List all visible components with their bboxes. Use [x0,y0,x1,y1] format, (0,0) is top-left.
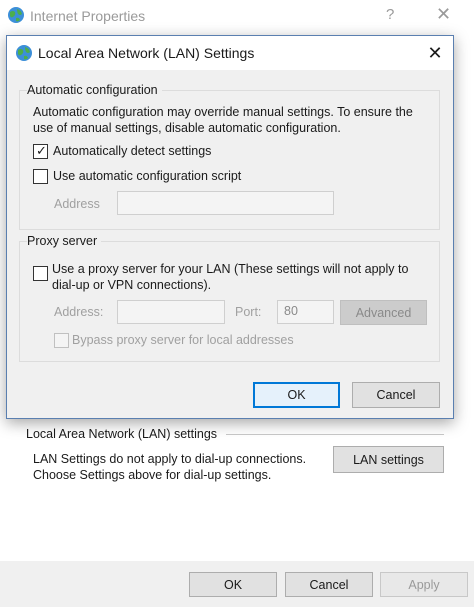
internet-properties-apply-button[interactable]: Apply [380,572,468,597]
close-icon[interactable]: ✕ [421,39,449,67]
use-proxy-label-line: dial-up or VPN connections). [52,278,212,292]
lan-settings-section-title: Local Area Network (LAN) settings [26,427,224,441]
proxy-port-field[interactable]: 80 [277,300,334,324]
use-proxy-label[interactable]: Use a proxy server for your LAN (These s… [52,261,408,293]
section-divider [226,434,444,435]
auto-detect-checkbox[interactable]: ✓ [33,143,48,159]
lan-description-line: LAN Settings do not apply to dial-up con… [33,452,307,466]
lan-settings-description: LAN Settings do not apply to dial-up con… [33,451,306,483]
internet-properties-title: Internet Properties [30,8,146,24]
use-proxy-checkbox[interactable] [33,266,48,281]
ok-button[interactable]: OK [253,382,340,408]
automatic-configuration-label: Automatic configuration [27,83,162,97]
proxy-server-label: Proxy server [27,234,102,248]
lan-settings-button[interactable]: LAN settings [333,446,444,473]
internet-properties-ok-button[interactable]: OK [189,572,277,597]
proxy-address-field[interactable] [117,300,225,324]
bypass-proxy-label[interactable]: Bypass proxy server for local addresses [72,333,294,347]
advanced-button[interactable]: Advanced [340,300,427,325]
auto-detect-label[interactable]: Automatically detect settings [53,144,211,158]
bypass-proxy-checkbox[interactable] [54,333,69,348]
use-config-script-checkbox[interactable] [33,169,48,184]
cancel-button[interactable]: Cancel [352,382,440,408]
auto-config-description-line: Automatic configuration may override man… [33,105,413,119]
lan-settings-dialog: Local Area Network (LAN) Settings ✕ Auto… [6,35,454,419]
proxy-port-label: Port: [235,305,262,319]
globe-icon [16,45,32,61]
script-address-label: Address [54,197,100,211]
auto-config-description-line: use of manual settings, disable automati… [33,121,341,135]
use-proxy-label-line: Use a proxy server for your LAN (These s… [52,262,409,276]
use-config-script-label[interactable]: Use automatic configuration script [53,169,241,183]
script-address-field[interactable] [117,191,334,215]
help-icon[interactable]: ? [386,6,394,23]
checkmark-icon: ✓ [36,143,47,158]
proxy-address-label: Address: [54,305,104,319]
automatic-configuration-description: Automatic configuration may override man… [33,104,413,136]
close-icon[interactable]: ✕ [436,4,451,25]
lan-description-line: Choose Settings above for dial-up settin… [33,468,272,482]
globe-icon [8,7,24,23]
lan-settings-titlebar: Local Area Network (LAN) Settings ✕ [7,36,453,70]
lan-settings-title: Local Area Network (LAN) Settings [38,45,255,61]
internet-properties-cancel-button[interactable]: Cancel [285,572,373,597]
internet-properties-titlebar: Internet Properties ? ✕ [0,0,474,32]
